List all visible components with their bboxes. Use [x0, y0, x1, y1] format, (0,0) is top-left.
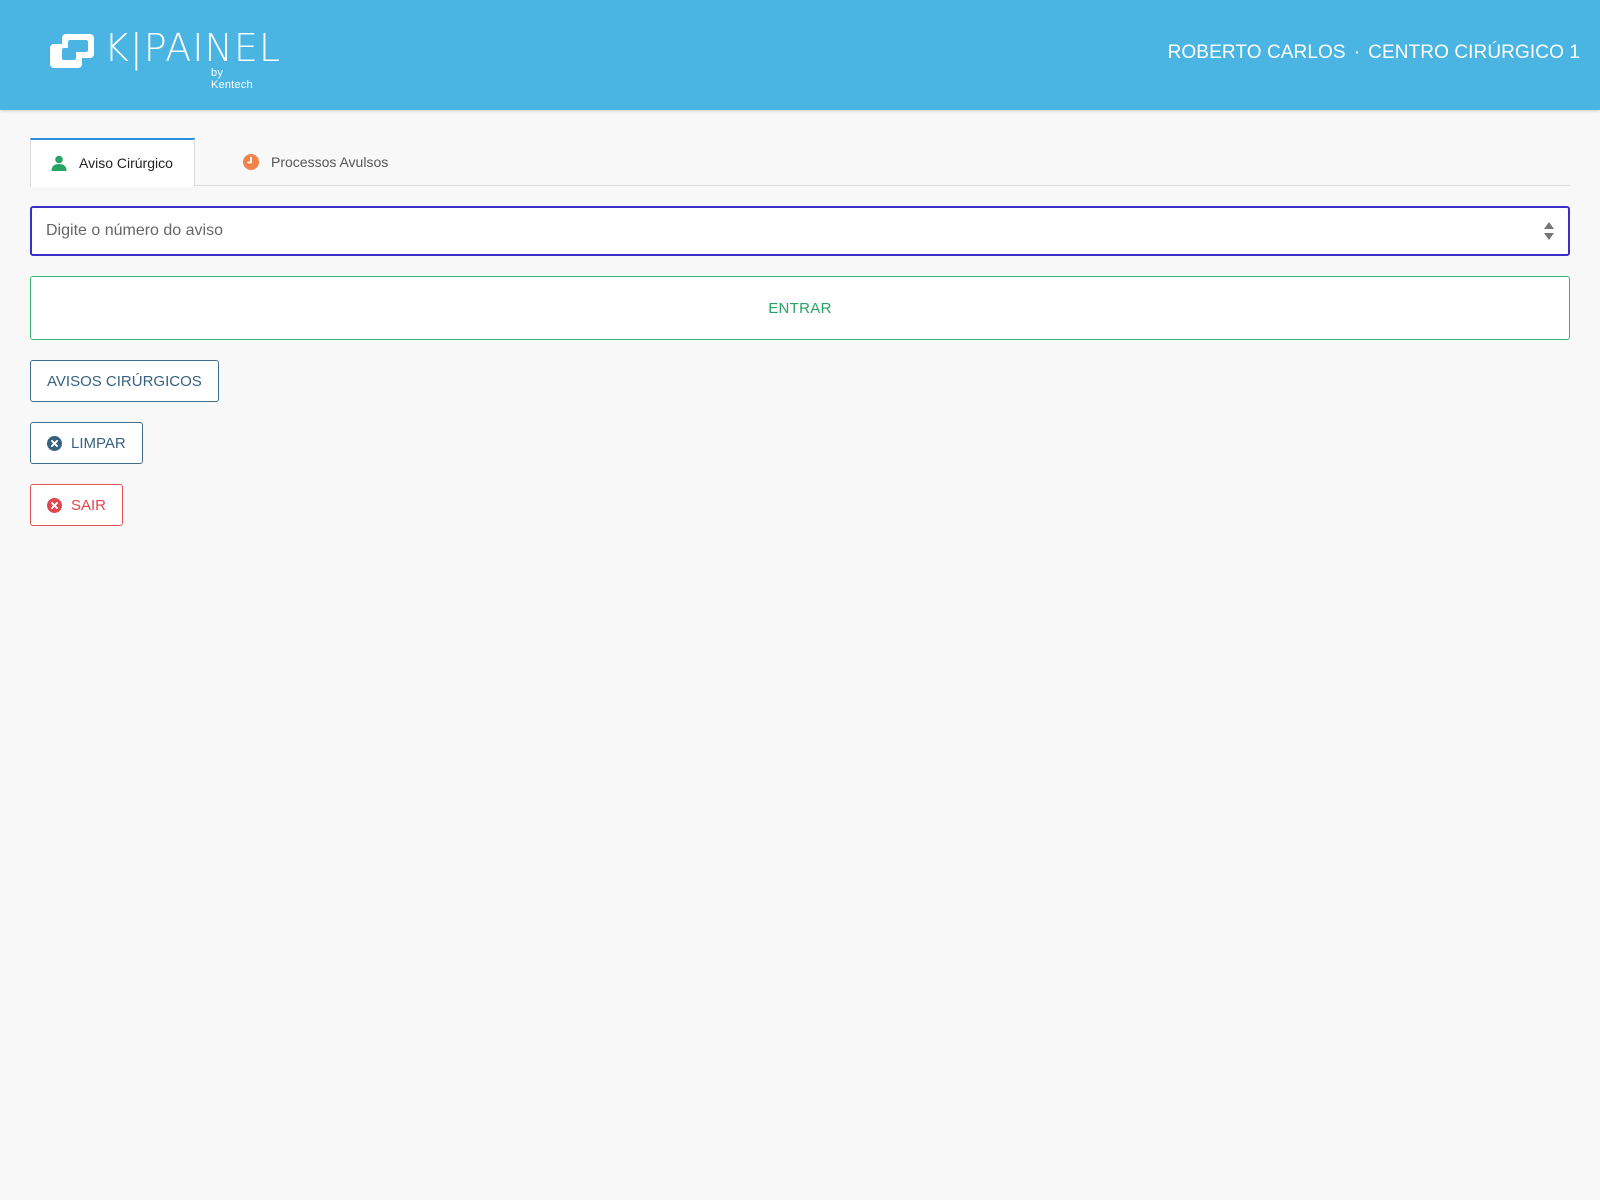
- tab-aviso-cirurgico[interactable]: Aviso Cirúrgico: [30, 138, 195, 187]
- tab-label: Aviso Cirúrgico: [79, 155, 173, 171]
- clear-circle-icon: [47, 435, 62, 451]
- user-location-info: ROBERTO CARLOS · CENTRO CIRÚRGICO 1: [1168, 42, 1580, 64]
- clock-icon: [243, 154, 259, 170]
- kpainel-logo: by Kentech K|PAINEL: [48, 28, 280, 91]
- aviso-number-field: [30, 206, 1570, 256]
- app-header: by Kentech K|PAINEL ROBERTO CARLOS · CENTR…: [0, 0, 1600, 110]
- button-label: AVISOS CIRÚRGICOS: [47, 372, 202, 390]
- user-name: ROBERTO CARLOS: [1167, 42, 1346, 63]
- logo-text: K|PAINEL: [104, 26, 282, 70]
- user-icon: [51, 155, 67, 171]
- number-stepper[interactable]: [1544, 222, 1554, 240]
- tab-label: Processos Avulsos: [271, 154, 389, 170]
- stepper-up-icon[interactable]: [1544, 222, 1554, 230]
- sair-button[interactable]: SAIR: [30, 484, 124, 526]
- main-content: Aviso Cirúrgico Processos Avulsos ENTRAR…: [30, 138, 1570, 526]
- logo-byline: by Kentech: [211, 67, 253, 91]
- button-label: SAIR: [71, 496, 107, 514]
- stepper-down-icon[interactable]: [1544, 232, 1554, 240]
- tab-bar: Aviso Cirúrgico Processos Avulsos: [30, 138, 1570, 187]
- limpar-button[interactable]: LIMPAR: [30, 422, 143, 464]
- header-separator: ·: [1353, 42, 1361, 63]
- location-name: CENTRO CIRÚRGICO 1: [1368, 42, 1580, 63]
- close-circle-icon: [47, 497, 62, 513]
- avisos-cirurgicos-button[interactable]: AVISOS CIRÚRGICOS: [30, 360, 219, 402]
- aviso-number-input[interactable]: [32, 208, 1568, 254]
- entrar-button[interactable]: ENTRAR: [30, 276, 1570, 340]
- button-label: LIMPAR: [71, 434, 126, 452]
- tab-processos-avulsos[interactable]: Processos Avulsos: [213, 138, 388, 186]
